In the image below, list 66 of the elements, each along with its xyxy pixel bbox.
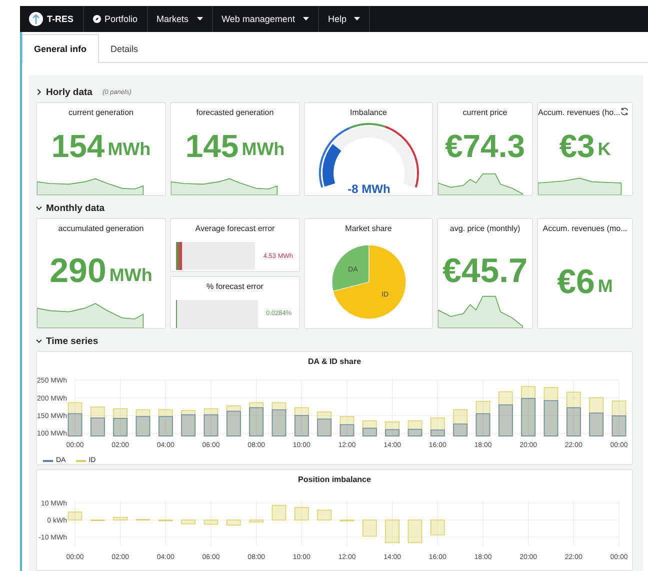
gauge-value: -8 MWh	[347, 182, 390, 195]
menu-dropdown[interactable]: Markets	[148, 6, 213, 32]
stat-unit: MWh	[108, 138, 151, 160]
stat-value: €45.7	[442, 254, 528, 288]
chart-bar	[226, 520, 241, 526]
chart-bar	[317, 418, 332, 436]
chart-bar	[544, 400, 558, 436]
menu-dropdown[interactable]: Help	[318, 6, 370, 32]
chart-bar	[498, 404, 513, 436]
stat-unit: K	[598, 138, 611, 160]
chart-bar	[136, 416, 150, 436]
stat-value: 145	[185, 130, 239, 162]
chart-bar	[226, 410, 241, 436]
panel-title: Accum. revenues (mo...	[542, 223, 628, 235]
chart-bar	[204, 520, 218, 525]
chart-bar	[113, 516, 128, 520]
panel-title: Average forecast error	[194, 223, 276, 235]
chart-bar	[249, 520, 264, 522]
chart-bar	[181, 414, 196, 436]
brand-name: T-RES	[47, 14, 74, 24]
stat-unit: MWh	[109, 264, 152, 286]
tab[interactable]: Details	[98, 34, 150, 63]
caret-icon	[302, 17, 309, 21]
chart-bar	[362, 520, 377, 536]
chart-bar	[408, 520, 422, 543]
chart-bar	[272, 409, 286, 436]
gauge-fill	[322, 144, 341, 186]
chart-bar	[294, 415, 309, 436]
stat-value: €3	[559, 130, 595, 162]
panel-title: accumulated generation	[57, 223, 145, 235]
panel-title: Market share	[344, 223, 393, 235]
logo-icon	[29, 12, 43, 26]
stat-value: 290	[50, 254, 106, 288]
chart-bar	[430, 520, 445, 536]
panel-title: avg. price (monthly)	[448, 223, 522, 235]
chart-bar	[158, 416, 173, 436]
chart-bar	[272, 505, 286, 520]
chart-title: DA & ID share	[306, 356, 362, 368]
chart-bar	[317, 510, 332, 520]
panel-title: current price	[462, 107, 508, 119]
tab[interactable]: General info	[22, 34, 99, 63]
panel-title: current generation	[68, 107, 134, 119]
stat-value: €74.3	[444, 130, 526, 162]
panel-title: % forecast error	[206, 280, 264, 292]
panel-title: Accum. revenues (ho...	[538, 107, 622, 119]
chart-bar	[68, 512, 82, 520]
caret-icon	[196, 17, 203, 21]
row-title[interactable]: Horly data	[46, 86, 92, 98]
caret-icon	[354, 17, 360, 21]
chart-bar	[385, 520, 400, 543]
chart-bar	[294, 507, 309, 520]
row-title[interactable]: Time series	[46, 336, 98, 346]
chart-bar	[204, 414, 218, 436]
menu-dropdown[interactable]: Web management	[212, 6, 319, 32]
chart-title: Position imbalance	[297, 474, 372, 486]
chart-bar	[521, 398, 536, 436]
stat-value: 154	[51, 130, 105, 162]
row-title[interactable]: Monthly data	[46, 202, 105, 214]
stat-unit: MWh	[242, 138, 285, 160]
chart-bar	[181, 520, 196, 524]
compass-icon	[92, 15, 101, 23]
stat-unit: M	[598, 274, 613, 296]
stat-value: €6	[557, 265, 595, 299]
panel-title: Imbalance	[349, 107, 388, 119]
nav-link[interactable]: Portfolio	[84, 6, 148, 32]
panel-title: forecasted generation	[195, 107, 275, 119]
